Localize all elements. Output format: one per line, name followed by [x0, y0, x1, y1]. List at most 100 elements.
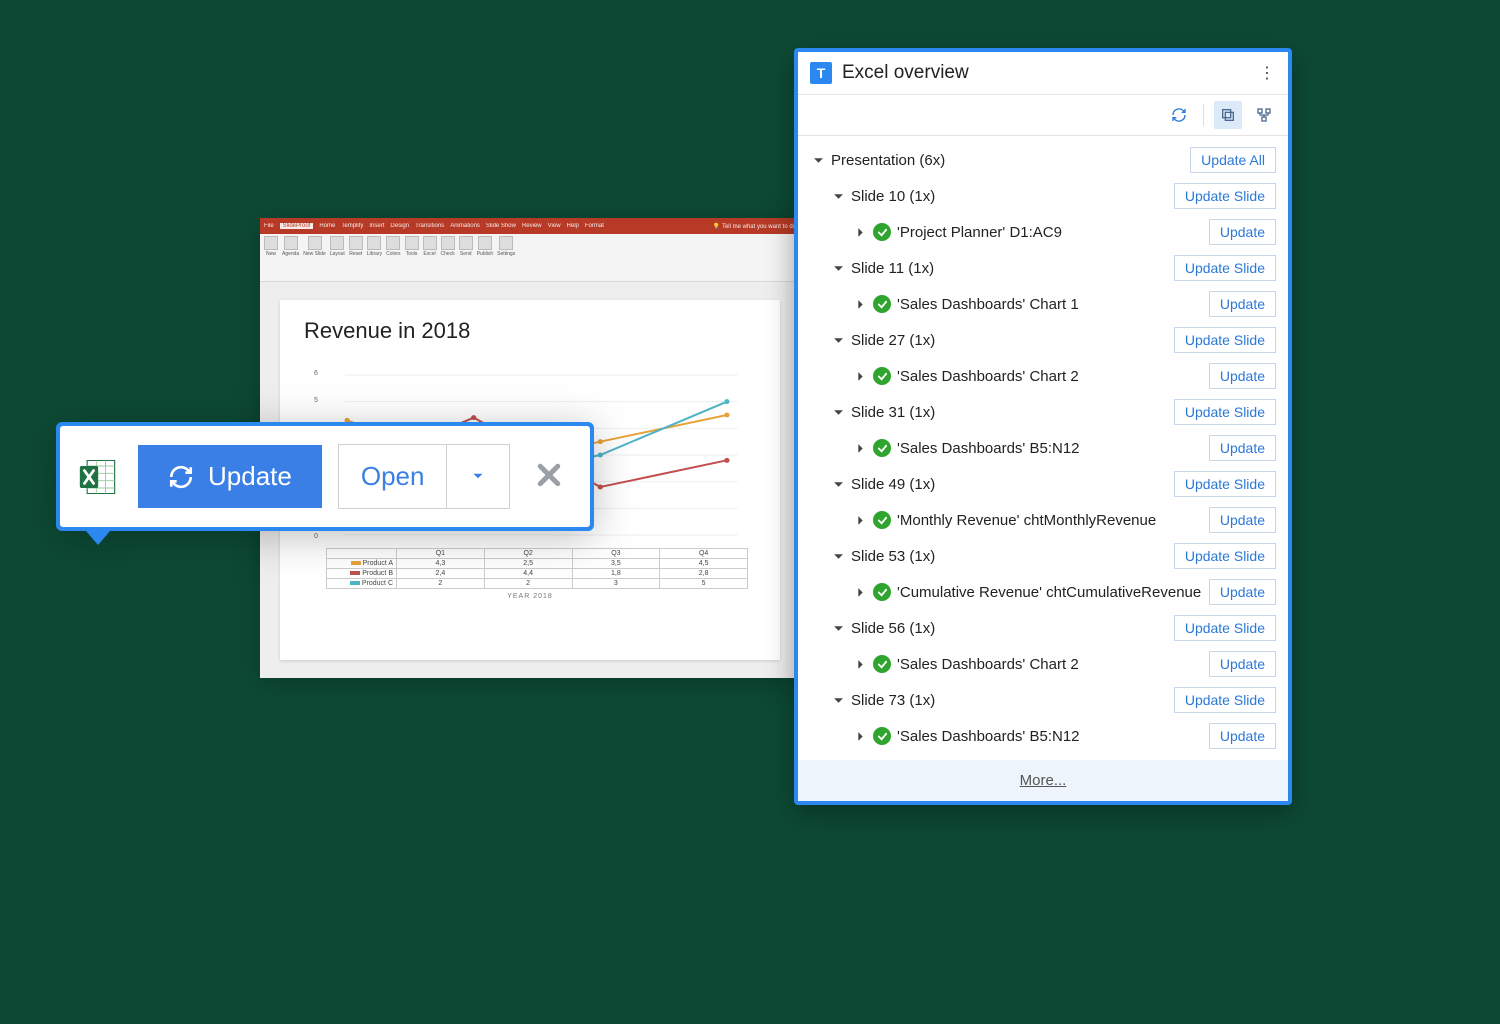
excel-overview-panel: T Excel overview ⋮ Presentation (6x) Upda…	[794, 48, 1292, 805]
expand-caret-icon[interactable]	[812, 154, 825, 167]
expand-caret-icon[interactable]	[832, 622, 845, 635]
ribbon-group[interactable]: Tools	[405, 236, 419, 257]
expand-caret-icon[interactable]	[854, 442, 867, 455]
ribbon-tab[interactable]: SlideProof	[280, 223, 314, 229]
update-button[interactable]: Update	[138, 445, 322, 508]
ribbon-group[interactable]: Colors	[386, 236, 400, 257]
tree-label[interactable]: 'Sales Dashboards' B5:N12	[897, 728, 1080, 745]
update-slide-button[interactable]: Update Slide	[1174, 543, 1276, 569]
tree-row: 'Sales Dashboards' B5:N12 Update	[798, 430, 1288, 466]
ribbon-tab[interactable]: Review	[522, 223, 542, 229]
expand-caret-icon[interactable]	[832, 262, 845, 275]
update-item-button[interactable]: Update	[1209, 435, 1276, 461]
ribbon-group[interactable]: Agenda	[282, 236, 299, 257]
ribbon-tab[interactable]: Templify	[341, 223, 363, 229]
tree-label[interactable]: Slide 53 (1x)	[851, 548, 935, 565]
ribbon-tab[interactable]: View	[548, 223, 561, 229]
tree-label[interactable]: 'Project Planner' D1:AC9	[897, 224, 1062, 241]
expand-caret-icon[interactable]	[854, 586, 867, 599]
ribbon-tab[interactable]: Help	[567, 223, 579, 229]
update-item-button[interactable]: Update	[1209, 363, 1276, 389]
expand-caret-icon[interactable]	[832, 406, 845, 419]
tree-label[interactable]: 'Cumulative Revenue' chtCumulativeRevenu…	[897, 584, 1201, 601]
expand-caret-icon[interactable]	[832, 694, 845, 707]
status-ok-icon	[873, 511, 891, 529]
expand-caret-icon[interactable]	[854, 514, 867, 527]
tree-row: Slide 27 (1x) Update Slide	[798, 322, 1288, 358]
update-slide-button[interactable]: Update Slide	[1174, 183, 1276, 209]
more-link[interactable]: More...	[798, 760, 1288, 801]
tree-label[interactable]: 'Monthly Revenue' chtMonthlyRevenue	[897, 512, 1156, 529]
update-slide-button[interactable]: Update Slide	[1174, 687, 1276, 713]
update-slide-button[interactable]: Update Slide	[1174, 399, 1276, 425]
update-item-button[interactable]: Update	[1209, 579, 1276, 605]
ribbon-tab[interactable]: Insert	[369, 223, 384, 229]
update-slide-button[interactable]: Update Slide	[1174, 327, 1276, 353]
group-view-button[interactable]	[1214, 101, 1242, 129]
tree-label[interactable]: Slide 49 (1x)	[851, 476, 935, 493]
ribbon-group[interactable]: Publish	[477, 236, 493, 257]
update-slide-button[interactable]: Update Slide	[1174, 255, 1276, 281]
expand-caret-icon[interactable]	[832, 550, 845, 563]
tree-row: Slide 10 (1x) Update Slide	[798, 178, 1288, 214]
ribbon-group[interactable]: Send	[459, 236, 473, 257]
tree-label[interactable]: Slide 31 (1x)	[851, 404, 935, 421]
ribbon-tabs: File SlideProof Home Templify Insert Design Tr…	[260, 218, 800, 234]
ribbon-group[interactable]: New Slide	[303, 236, 326, 257]
panel-header: T Excel overview ⋮	[798, 52, 1288, 95]
tree-label[interactable]: 'Sales Dashboards' Chart 2	[897, 368, 1079, 385]
tree-label[interactable]: Slide 11 (1x)	[851, 260, 934, 277]
update-item-button[interactable]: Update	[1209, 651, 1276, 677]
expand-caret-icon[interactable]	[854, 226, 867, 239]
update-all-button[interactable]: Update All	[1190, 147, 1276, 173]
tree-label[interactable]: 'Sales Dashboards' Chart 1	[897, 296, 1079, 313]
tree-row: 'Monthly Revenue' chtMonthlyRevenue Updat…	[798, 502, 1288, 538]
ribbon-group[interactable]: Excel	[423, 236, 437, 257]
ribbon-tab[interactable]: Design	[390, 223, 409, 229]
tree-label[interactable]: Slide 56 (1x)	[851, 620, 935, 637]
expand-caret-icon[interactable]	[854, 658, 867, 671]
close-button[interactable]	[526, 460, 572, 493]
ribbon-group[interactable]: Reset	[349, 236, 363, 257]
y-tick: 6	[314, 370, 318, 377]
expand-caret-icon[interactable]	[854, 370, 867, 383]
tree-label[interactable]: 'Sales Dashboards' B5:N12	[897, 440, 1080, 457]
tree-label[interactable]: Slide 27 (1x)	[851, 332, 935, 349]
tree-view-button[interactable]	[1250, 101, 1278, 129]
refresh-button[interactable]	[1165, 101, 1193, 129]
update-slide-button[interactable]: Update Slide	[1174, 615, 1276, 641]
tree-label[interactable]: Presentation (6x)	[831, 152, 945, 169]
open-button[interactable]: Open	[338, 444, 448, 509]
open-dropdown-button[interactable]	[447, 444, 510, 509]
ribbon-group[interactable]: New	[264, 236, 278, 257]
ribbon-group[interactable]: Check	[441, 236, 455, 257]
ribbon-tab[interactable]: Format	[585, 223, 604, 229]
ribbon-tab[interactable]: File	[264, 223, 274, 229]
expand-caret-icon[interactable]	[854, 730, 867, 743]
ribbon-tab[interactable]: Animations	[450, 223, 480, 229]
update-item-button[interactable]: Update	[1209, 723, 1276, 749]
ribbon-tab[interactable]: Home	[319, 223, 335, 229]
expand-caret-icon[interactable]	[832, 478, 845, 491]
tree-label[interactable]: Slide 73 (1x)	[851, 692, 935, 709]
status-ok-icon	[873, 439, 891, 457]
ribbon-group[interactable]: Layout	[330, 236, 345, 257]
update-item-button[interactable]: Update	[1209, 291, 1276, 317]
tree-label[interactable]: 'Sales Dashboards' Chart 2	[897, 656, 1079, 673]
expand-caret-icon[interactable]	[854, 298, 867, 311]
tree-label[interactable]: Slide 10 (1x)	[851, 188, 935, 205]
expand-caret-icon[interactable]	[832, 334, 845, 347]
status-ok-icon	[873, 223, 891, 241]
link-tree: Presentation (6x) Update All Slide 10 (1x)…	[798, 136, 1288, 754]
ribbon-group[interactable]: Settings	[497, 236, 515, 257]
kebab-menu-icon[interactable]: ⋮	[1258, 63, 1276, 83]
ribbon-tab[interactable]: Transitions	[415, 223, 444, 229]
update-item-button[interactable]: Update	[1209, 219, 1276, 245]
update-item-button[interactable]: Update	[1209, 507, 1276, 533]
ribbon-tab[interactable]: Slide Show	[486, 223, 516, 229]
update-slide-button[interactable]: Update Slide	[1174, 471, 1276, 497]
tree-row: Slide 53 (1x) Update Slide	[798, 538, 1288, 574]
expand-caret-icon[interactable]	[832, 190, 845, 203]
ribbon-group[interactable]: Library	[367, 236, 382, 257]
tell-me-search[interactable]: 💡 Tell me what you want to do	[713, 223, 796, 230]
